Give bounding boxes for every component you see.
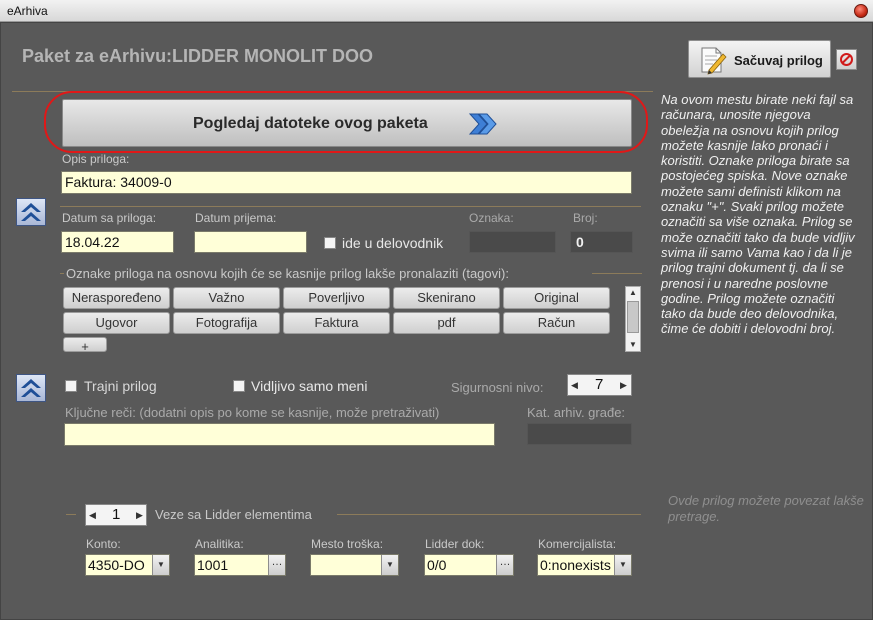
tag-button[interactable]: Fotografija	[173, 312, 280, 334]
security-level-stepper[interactable]: ◀ 7 ▶	[567, 374, 632, 396]
keywords-input[interactable]	[64, 423, 495, 446]
window-title: eArhiva	[7, 4, 48, 18]
tags-legend-line-right	[592, 273, 642, 274]
tag-button[interactable]: Važno	[173, 287, 280, 309]
add-tag-button[interactable]: +	[63, 337, 107, 352]
scroll-up-arrow-icon[interactable]: ▲	[629, 288, 637, 297]
lidder-dok-lookup[interactable]: 0/0 …	[424, 554, 514, 576]
scroll-down-arrow-icon[interactable]: ▼	[629, 340, 637, 349]
collapse-options-button[interactable]	[16, 374, 46, 402]
help-text: Na ovom mestu birate neki fajl sa računa…	[661, 92, 855, 337]
document-date-input[interactable]: 18.04.22	[61, 231, 174, 253]
links-legend-line-right	[337, 514, 641, 515]
increment-icon[interactable]: ▶	[620, 380, 627, 391]
links-help-text: Ovde prilog možete povezat lakše pretrag…	[668, 493, 864, 524]
links-legend: Veze sa Lidder elementima	[155, 507, 312, 522]
analitika-label: Analitika:	[195, 537, 244, 551]
archive-category-field[interactable]	[527, 423, 632, 445]
window-close-icon[interactable]	[854, 4, 868, 18]
lidder-dok-value: 0/0	[427, 557, 447, 573]
analitika-value: 1001	[197, 557, 229, 573]
ellipsis-icon[interactable]: …	[496, 555, 513, 575]
security-level-label: Sigurnosni nivo:	[451, 380, 544, 395]
received-date-input[interactable]	[194, 231, 307, 253]
archive-category-label: Kat. arhiv. građe:	[527, 405, 626, 420]
mesto-troska-label: Mesto troška:	[311, 537, 384, 551]
highlight-ring	[44, 91, 648, 153]
tag-button[interactable]: Skenirano	[393, 287, 500, 309]
increment-icon[interactable]: ▶	[136, 510, 143, 521]
analitika-lookup[interactable]: 1001 …	[194, 554, 286, 576]
tag-button[interactable]: pdf	[393, 312, 500, 334]
mark-field	[469, 231, 556, 253]
tags-scrollbar[interactable]: ▲ ▼	[625, 286, 641, 352]
double-chevron-up-icon	[21, 379, 41, 397]
collapse-details-button[interactable]	[16, 198, 46, 226]
konto-value: 4350-DO	[88, 557, 145, 573]
tag-button[interactable]: Faktura	[283, 312, 390, 334]
links-counter-value: 1	[112, 506, 121, 523]
links-legend-line-left	[66, 514, 76, 515]
save-button[interactable]: Sačuvaj prilog	[688, 40, 831, 78]
scrollbar-thumb[interactable]	[627, 301, 639, 333]
cancel-button[interactable]	[836, 49, 857, 70]
page-title: Paket za eArhivu:LIDDER MONOLIT DOO	[22, 46, 374, 66]
chevron-down-icon[interactable]: ▼	[614, 555, 631, 575]
double-chevron-up-icon	[21, 203, 41, 221]
tag-button[interactable]: Neraspoređeno	[63, 287, 170, 309]
links-counter-stepper[interactable]: ◀ 1 ▶	[85, 504, 147, 526]
edit-document-icon	[701, 47, 727, 75]
tag-button[interactable]: Poverljivo	[283, 287, 390, 309]
number-field: 0	[570, 231, 633, 253]
description-input[interactable]: Faktura: 34009-0	[61, 171, 632, 194]
ellipsis-icon[interactable]: …	[268, 555, 285, 575]
tag-button[interactable]: Original	[503, 287, 610, 309]
delovodnik-checkbox[interactable]	[324, 237, 336, 249]
only-me-label: Vidljivo samo meni	[251, 378, 368, 394]
received-date-label: Datum prijema:	[195, 211, 277, 225]
keywords-label: Ključne reči: (dodatni opis po kome se k…	[65, 405, 440, 420]
security-level-value: 7	[595, 376, 604, 393]
delovodnik-label: ide u delovodnik	[342, 235, 444, 251]
description-label: Opis priloga:	[62, 152, 130, 166]
decrement-icon[interactable]: ◀	[571, 380, 578, 391]
decrement-icon[interactable]: ◀	[89, 510, 96, 521]
permanent-label: Trajni prilog	[84, 378, 157, 394]
mark-label: Oznaka:	[469, 211, 514, 225]
mesto-troska-select[interactable]: ▼	[310, 554, 399, 576]
permanent-checkbox[interactable]	[65, 380, 77, 392]
komercijalista-label: Komercijalista:	[538, 537, 617, 551]
tags-legend-line-left	[60, 273, 64, 274]
konto-select[interactable]: 4350-DO ▼	[85, 554, 170, 576]
document-date-label: Datum sa priloga:	[62, 211, 157, 225]
chevron-down-icon[interactable]: ▼	[152, 555, 169, 575]
tag-button[interactable]: Ugovor	[63, 312, 170, 334]
komercijalista-value: 0:nonexists	[540, 557, 611, 573]
chevron-down-icon[interactable]: ▼	[381, 555, 398, 575]
lidder-dok-label: Lidder dok:	[425, 537, 485, 551]
tag-button[interactable]: Račun	[503, 312, 610, 334]
number-label: Broj:	[573, 211, 598, 225]
window-titlebar[interactable]: eArhiva	[0, 0, 873, 22]
konto-label: Konto:	[86, 537, 121, 551]
only-me-checkbox[interactable]	[233, 380, 245, 392]
komercijalista-select[interactable]: 0:nonexists ▼	[537, 554, 632, 576]
tags-legend: Oznake priloga na osnovu kojih će se kas…	[66, 266, 509, 281]
save-button-label: Sačuvaj prilog	[734, 53, 823, 68]
dates-divider	[60, 206, 641, 207]
